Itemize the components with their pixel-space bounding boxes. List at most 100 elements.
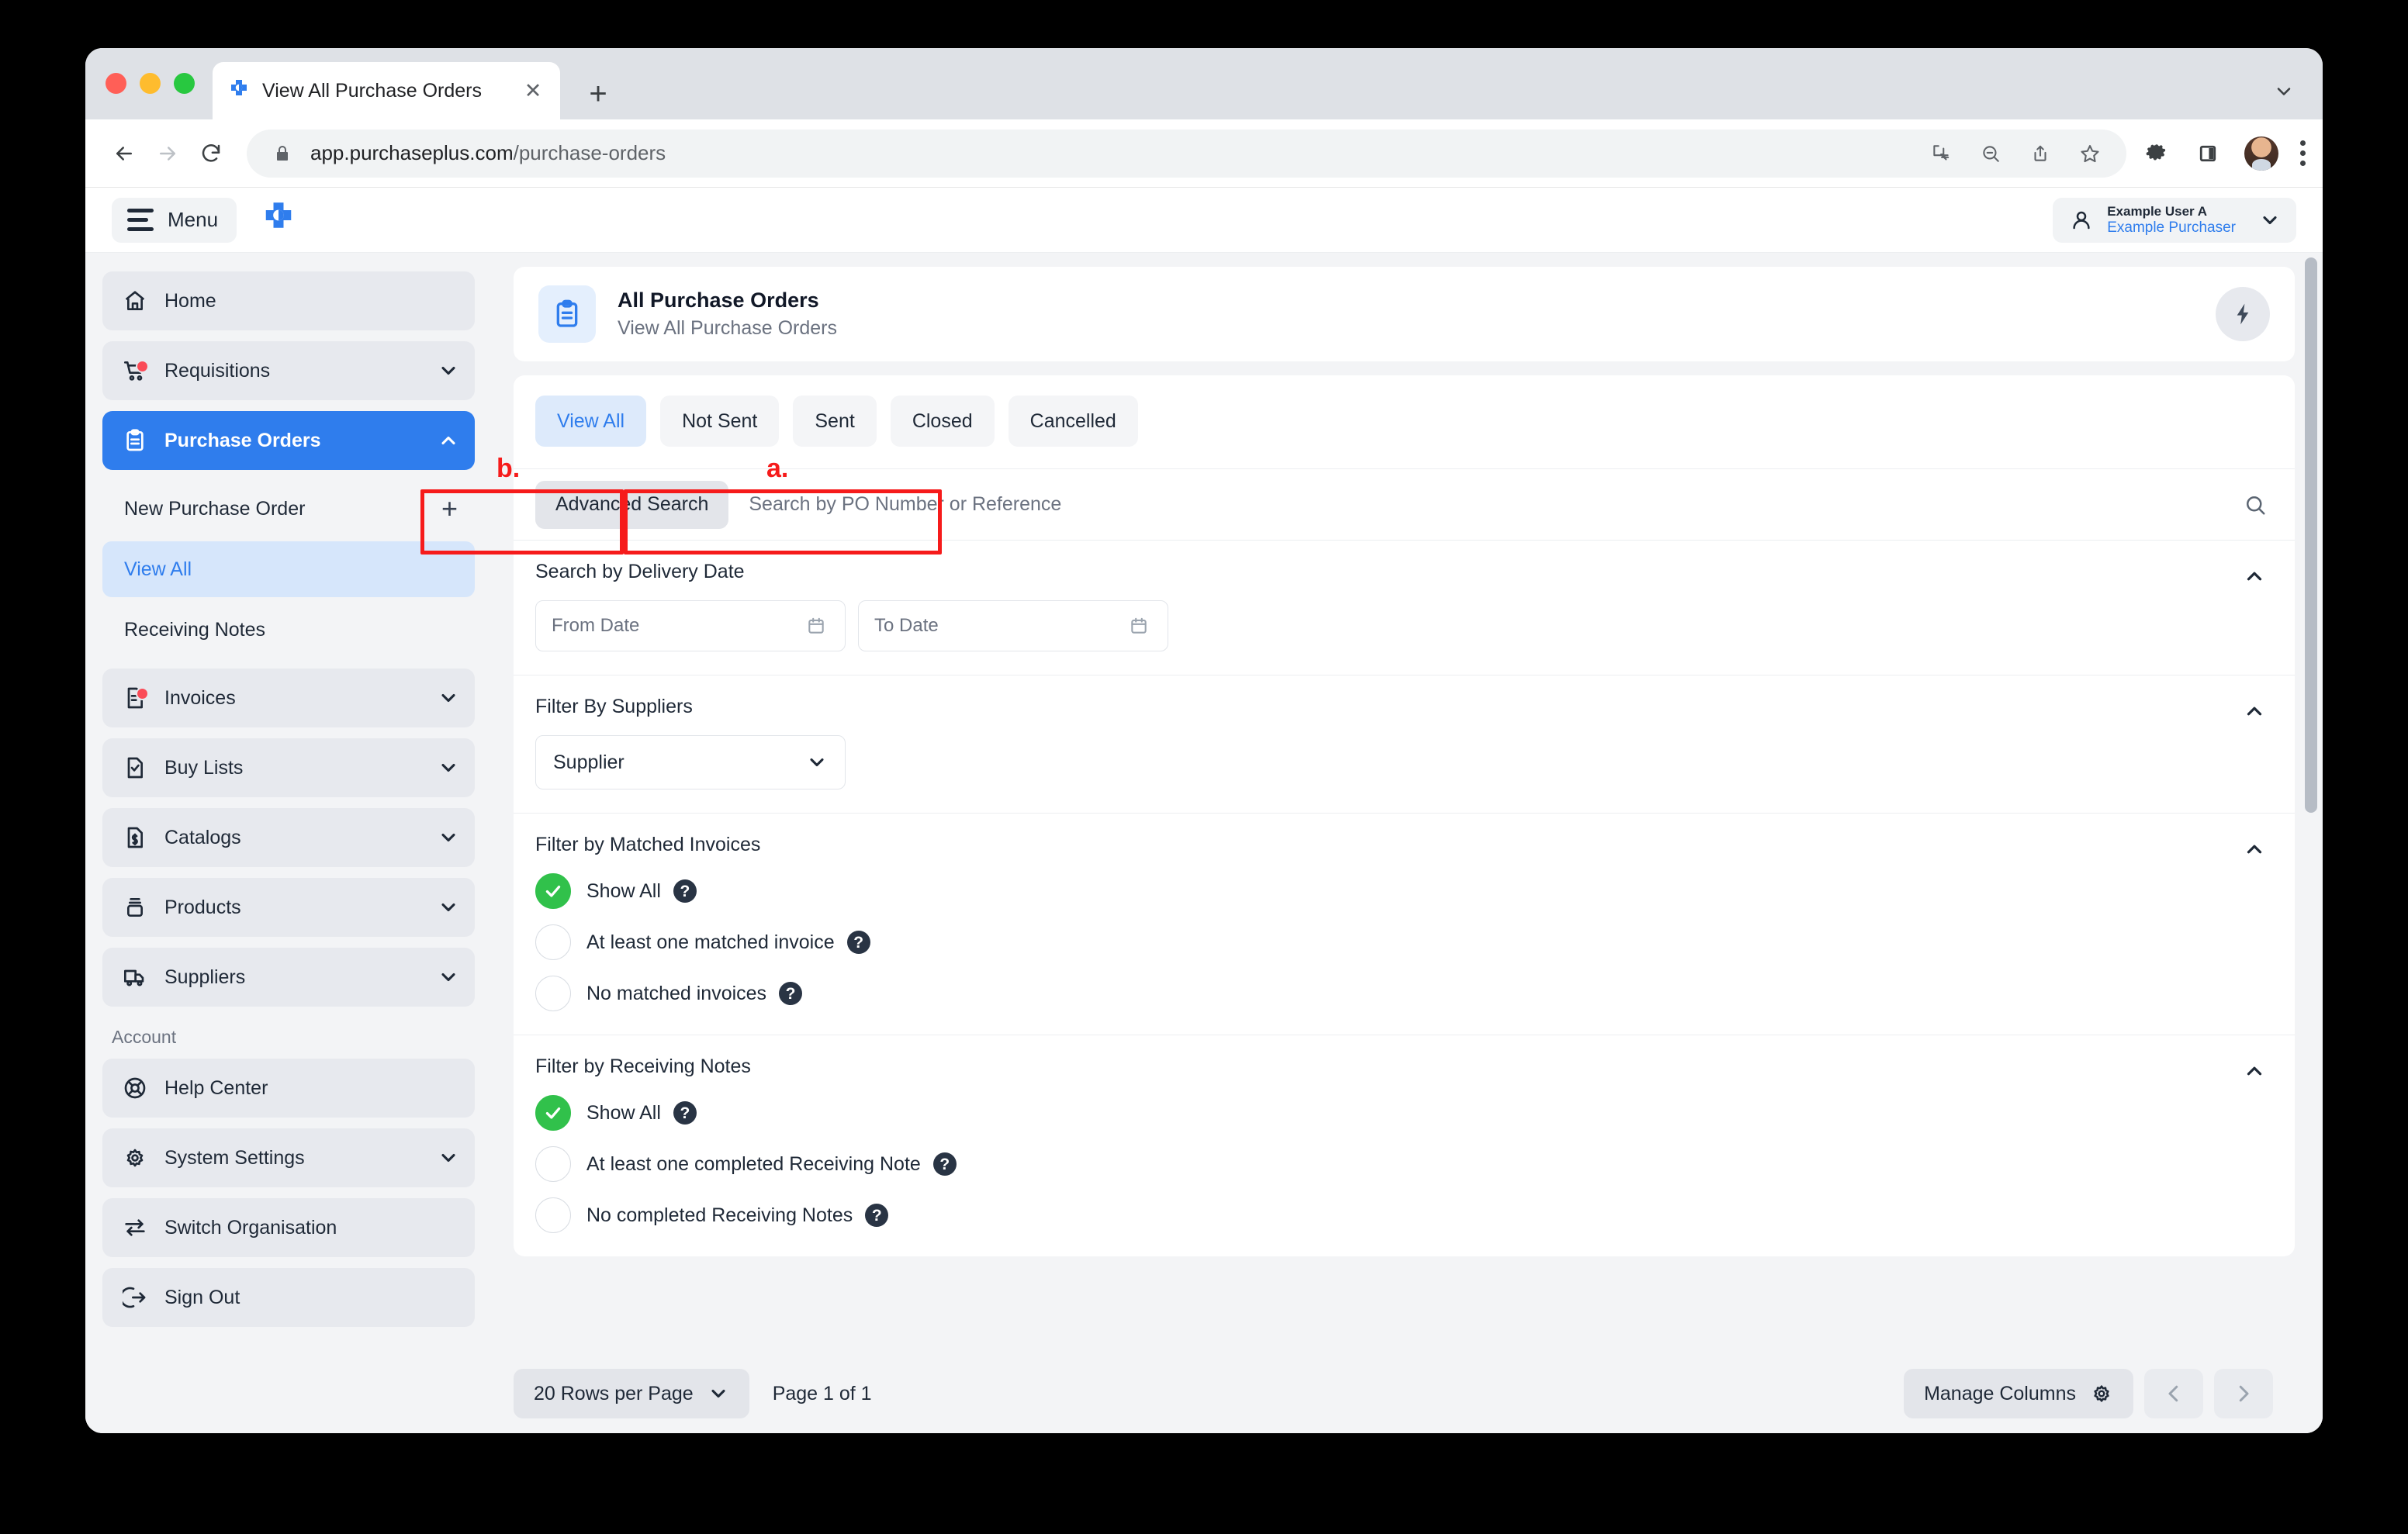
rows-per-page-select[interactable]: 20 Rows per Page bbox=[514, 1369, 749, 1418]
chevron-down-icon[interactable] bbox=[438, 687, 459, 709]
chevron-down-icon[interactable] bbox=[438, 360, 459, 382]
radio-option-no-matched-invoices[interactable]: No matched invoices ? bbox=[535, 976, 2273, 1011]
invoice-icon bbox=[118, 686, 152, 710]
search-input-wrapper bbox=[749, 469, 2237, 540]
sidebar-item-buy-lists[interactable]: Buy Lists bbox=[102, 738, 475, 797]
help-icon[interactable]: ? bbox=[865, 1204, 889, 1227]
back-icon[interactable] bbox=[102, 132, 146, 175]
from-date-field[interactable] bbox=[535, 600, 846, 651]
plus-icon[interactable]: + bbox=[441, 495, 458, 523]
chevron-down-icon[interactable] bbox=[438, 897, 459, 918]
radio-option-no-completed-receiving-notes[interactable]: No completed Receiving Notes ? bbox=[535, 1197, 2273, 1233]
sidebar-item-view-all[interactable]: View All bbox=[102, 541, 475, 597]
zoom-out-icon[interactable] bbox=[1976, 139, 2005, 168]
sidebar-item-system-settings[interactable]: System Settings bbox=[102, 1128, 475, 1187]
sidebar-item-invoices[interactable]: Invoices bbox=[102, 669, 475, 727]
forward-icon[interactable] bbox=[146, 132, 189, 175]
sidebar-item-suppliers[interactable]: Suppliers bbox=[102, 948, 475, 1007]
quick-actions-bolt-icon[interactable] bbox=[2216, 287, 2270, 341]
radio-indicator[interactable] bbox=[535, 924, 571, 960]
tab-sent[interactable]: Sent bbox=[793, 396, 877, 447]
chevron-up-icon[interactable] bbox=[438, 430, 459, 451]
sidebar-item-new-purchase-order[interactable]: New Purchase Order + bbox=[102, 481, 475, 537]
chevron-down-icon[interactable] bbox=[2259, 209, 2281, 231]
tab-closed[interactable]: Closed bbox=[890, 396, 995, 447]
share-icon[interactable] bbox=[2026, 139, 2055, 168]
search-input[interactable] bbox=[749, 493, 2237, 516]
sidebar-item-purchase-orders[interactable]: Purchase Orders bbox=[102, 411, 475, 470]
browser-menu-icon[interactable] bbox=[2300, 140, 2306, 166]
extensions-puzzle-icon[interactable] bbox=[2142, 139, 2171, 168]
help-icon[interactable]: ? bbox=[932, 1152, 957, 1176]
sidebar-item-catalogs[interactable]: Catalogs bbox=[102, 808, 475, 867]
radio-option-show-all[interactable]: Show All ? bbox=[535, 1095, 2273, 1131]
tab-cancelled[interactable]: Cancelled bbox=[1008, 396, 1138, 447]
tab-view-all[interactable]: View All bbox=[535, 396, 647, 447]
menu-button[interactable]: Menu bbox=[112, 197, 237, 243]
chevron-down-icon[interactable] bbox=[438, 757, 459, 779]
sidebar-item-sign-out[interactable]: Sign Out bbox=[102, 1268, 475, 1327]
radio-indicator[interactable] bbox=[535, 976, 571, 1011]
side-panel-icon[interactable] bbox=[2193, 139, 2223, 168]
purchaseplus-favicon bbox=[227, 78, 251, 103]
chevron-down-icon[interactable] bbox=[438, 966, 459, 988]
section-title: Filter by Receiving Notes bbox=[535, 1055, 751, 1077]
radio-indicator-checked[interactable] bbox=[535, 1095, 571, 1131]
chevron-down-icon[interactable] bbox=[438, 827, 459, 848]
close-window-button[interactable] bbox=[106, 73, 126, 94]
to-date-input[interactable] bbox=[874, 615, 1126, 637]
help-icon[interactable]: ? bbox=[673, 1101, 697, 1125]
sidebar-item-requisitions[interactable]: Requisitions bbox=[102, 341, 475, 400]
browser-profile-avatar[interactable] bbox=[2244, 136, 2278, 171]
from-date-input[interactable] bbox=[552, 615, 803, 637]
radio-option-at-least-one-completed-receiving-note[interactable]: At least one completed Receiving Note ? bbox=[535, 1146, 2273, 1182]
help-icon[interactable]: ? bbox=[779, 982, 803, 1005]
chevron-down-icon[interactable] bbox=[708, 1383, 729, 1404]
radio-option-show-all[interactable]: Show All ? bbox=[535, 873, 2273, 909]
new-tab-button[interactable]: + bbox=[582, 78, 614, 110]
reload-icon[interactable] bbox=[189, 132, 233, 175]
minimize-window-button[interactable] bbox=[140, 73, 161, 94]
radio-indicator[interactable] bbox=[535, 1197, 571, 1233]
browser-tab[interactable]: View All Purchase Orders ✕ bbox=[213, 62, 560, 119]
chevron-up-icon[interactable] bbox=[2237, 834, 2271, 865]
help-icon[interactable]: ? bbox=[673, 879, 697, 903]
chevron-up-icon[interactable] bbox=[2237, 696, 2271, 727]
next-page-button[interactable] bbox=[2214, 1369, 2273, 1418]
purchaseplus-logo[interactable] bbox=[258, 200, 299, 240]
chevron-down-icon[interactable] bbox=[438, 1147, 459, 1169]
chevron-up-icon[interactable] bbox=[2237, 1055, 2271, 1087]
sidebar-item-receiving-notes[interactable]: Receiving Notes bbox=[102, 602, 475, 658]
to-date-field[interactable] bbox=[858, 600, 1168, 651]
radio-option-label: No completed Receiving Notes bbox=[586, 1204, 853, 1226]
manage-columns-button[interactable]: Manage Columns bbox=[1904, 1369, 2133, 1418]
install-app-icon[interactable] bbox=[1926, 139, 1956, 168]
radio-indicator-checked[interactable] bbox=[535, 873, 571, 909]
user-account-chip[interactable]: Example User A Example Purchaser bbox=[2053, 198, 2296, 243]
chevron-down-icon[interactable] bbox=[2268, 76, 2299, 107]
chevron-down-icon[interactable] bbox=[806, 751, 828, 773]
close-icon[interactable]: ✕ bbox=[520, 78, 546, 104]
main-scrollbar-thumb[interactable] bbox=[2305, 257, 2317, 813]
tab-not-sent[interactable]: Not Sent bbox=[660, 396, 780, 447]
sidebar-item-help-center[interactable]: Help Center bbox=[102, 1059, 475, 1118]
radio-indicator[interactable] bbox=[535, 1146, 571, 1182]
user-avatar-icon bbox=[2068, 207, 2095, 233]
address-bar[interactable]: app.purchaseplus.com/purchase-orders bbox=[247, 129, 2126, 178]
calendar-icon[interactable] bbox=[803, 616, 829, 636]
help-icon[interactable]: ? bbox=[846, 931, 870, 954]
search-icon[interactable] bbox=[2237, 493, 2273, 517]
chevron-up-icon[interactable] bbox=[2237, 561, 2271, 592]
sidebar-item-products[interactable]: Products bbox=[102, 878, 475, 937]
bookmark-star-icon[interactable] bbox=[2075, 139, 2105, 168]
previous-page-button[interactable] bbox=[2144, 1369, 2203, 1418]
maximize-window-button[interactable] bbox=[174, 73, 195, 94]
radio-option-at-least-one-matched-invoice[interactable]: At least one matched invoice ? bbox=[535, 924, 2273, 960]
sidebar-item-home[interactable]: Home bbox=[102, 271, 475, 330]
sidebar-item-switch-organisation[interactable]: Switch Organisation bbox=[102, 1198, 475, 1257]
main-scrollbar-track[interactable] bbox=[2302, 257, 2320, 1374]
advanced-search-button[interactable]: Advanced Search bbox=[535, 480, 729, 529]
calendar-icon[interactable] bbox=[1126, 616, 1152, 636]
gear-icon[interactable] bbox=[2090, 1382, 2113, 1405]
supplier-select[interactable]: Supplier bbox=[535, 735, 846, 789]
